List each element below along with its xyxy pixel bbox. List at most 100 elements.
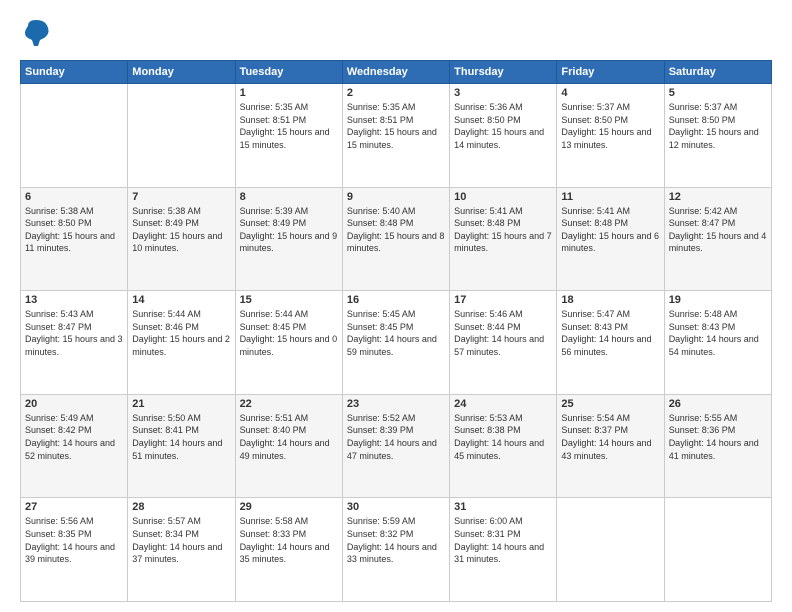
calendar-cell: 15 Sunrise: 5:44 AMSunset: 8:45 PMDayligh…	[235, 291, 342, 395]
day-number: 19	[669, 294, 767, 306]
day-info: Sunrise: 5:54 AMSunset: 8:37 PMDaylight:…	[561, 412, 659, 462]
weekday-header-row: SundayMondayTuesdayWednesdayThursdayFrid…	[21, 61, 772, 84]
day-info: Sunrise: 5:58 AMSunset: 8:33 PMDaylight:…	[240, 515, 338, 565]
logo	[20, 18, 58, 50]
day-info: Sunrise: 5:53 AMSunset: 8:38 PMDaylight:…	[454, 412, 552, 462]
calendar-cell: 13Sunrise: 5:43 AMSunset: 8:47 PMDayligh…	[21, 291, 128, 395]
day-info: Sunrise: 5:38 AMSunset: 8:50 PMDaylight:…	[25, 205, 123, 255]
day-info: Sunrise: 5:45 AMSunset: 8:45 PMDaylight:…	[347, 308, 445, 358]
day-number: 11	[561, 191, 659, 203]
calendar-cell: 31 Sunrise: 6:00 AMSunset: 8:31 PMDayligh…	[450, 498, 557, 602]
calendar-table: SundayMondayTuesdayWednesdayThursdayFrid…	[20, 60, 772, 602]
calendar-cell: 16Sunrise: 5:45 AMSunset: 8:45 PMDayligh…	[342, 291, 449, 395]
calendar-cell: 7 Sunrise: 5:38 AMSunset: 8:49 PMDaylight…	[128, 187, 235, 291]
calendar-week-row: 6 Sunrise: 5:38 AMSunset: 8:50 PMDaylight…	[21, 187, 772, 291]
day-number: 26	[669, 398, 767, 410]
day-number: 28	[132, 501, 230, 513]
day-number: 15	[240, 294, 338, 306]
calendar-cell: 12 Sunrise: 5:42 AMSunset: 8:47 PMDayligh…	[664, 187, 771, 291]
calendar-cell	[664, 498, 771, 602]
day-info: Sunrise: 6:00 AMSunset: 8:31 PMDaylight:…	[454, 515, 552, 565]
weekday-header: Sunday	[21, 61, 128, 84]
day-info: Sunrise: 5:56 AMSunset: 8:35 PMDaylight:…	[25, 515, 123, 565]
calendar-week-row: 20 Sunrise: 5:49 AMSunset: 8:42 PMDayligh…	[21, 394, 772, 498]
day-info: Sunrise: 5:59 AMSunset: 8:32 PMDaylight:…	[347, 515, 445, 565]
calendar-cell: 24 Sunrise: 5:53 AMSunset: 8:38 PMDayligh…	[450, 394, 557, 498]
day-number: 9	[347, 191, 445, 203]
calendar-cell: 19Sunrise: 5:48 AMSunset: 8:43 PMDayligh…	[664, 291, 771, 395]
day-number: 24	[454, 398, 552, 410]
calendar-cell: 14 Sunrise: 5:44 AMSunset: 8:46 PMDayligh…	[128, 291, 235, 395]
day-info: Sunrise: 5:37 AMSunset: 8:50 PMDaylight:…	[561, 101, 659, 151]
day-number: 6	[25, 191, 123, 203]
day-number: 10	[454, 191, 552, 203]
day-number: 4	[561, 87, 659, 99]
day-number: 23	[347, 398, 445, 410]
day-number: 7	[132, 191, 230, 203]
calendar-cell: 27 Sunrise: 5:56 AMSunset: 8:35 PMDayligh…	[21, 498, 128, 602]
day-info: Sunrise: 5:41 AMSunset: 8:48 PMDaylight:…	[561, 205, 659, 255]
day-info: Sunrise: 5:44 AMSunset: 8:45 PMDaylight:…	[240, 308, 338, 358]
weekday-header: Wednesday	[342, 61, 449, 84]
calendar-cell	[128, 84, 235, 188]
day-info: Sunrise: 5:38 AMSunset: 8:49 PMDaylight:…	[132, 205, 230, 255]
day-number: 2	[347, 87, 445, 99]
day-number: 3	[454, 87, 552, 99]
weekday-header: Tuesday	[235, 61, 342, 84]
day-number: 1	[240, 87, 338, 99]
calendar-cell: 23Sunrise: 5:52 AMSunset: 8:39 PMDayligh…	[342, 394, 449, 498]
day-info: Sunrise: 5:36 AMSunset: 8:50 PMDaylight:…	[454, 101, 552, 151]
day-info: Sunrise: 5:49 AMSunset: 8:42 PMDaylight:…	[25, 412, 123, 462]
calendar-cell: 18 Sunrise: 5:47 AMSunset: 8:43 PMDayligh…	[557, 291, 664, 395]
day-info: Sunrise: 5:44 AMSunset: 8:46 PMDaylight:…	[132, 308, 230, 358]
weekday-header: Friday	[557, 61, 664, 84]
calendar-cell: 29 Sunrise: 5:58 AMSunset: 8:33 PMDayligh…	[235, 498, 342, 602]
day-info: Sunrise: 5:37 AMSunset: 8:50 PMDaylight:…	[669, 101, 767, 151]
calendar-cell: 1Sunrise: 5:35 AMSunset: 8:51 PMDaylight…	[235, 84, 342, 188]
calendar-cell: 5 Sunrise: 5:37 AMSunset: 8:50 PMDaylight…	[664, 84, 771, 188]
day-number: 27	[25, 501, 123, 513]
day-number: 12	[669, 191, 767, 203]
day-number: 30	[347, 501, 445, 513]
calendar-cell: 10 Sunrise: 5:41 AMSunset: 8:48 PMDayligh…	[450, 187, 557, 291]
day-number: 29	[240, 501, 338, 513]
calendar-cell: 6 Sunrise: 5:38 AMSunset: 8:50 PMDaylight…	[21, 187, 128, 291]
day-info: Sunrise: 5:35 AMSunset: 8:51 PMDaylight:…	[347, 101, 445, 151]
day-number: 18	[561, 294, 659, 306]
calendar-cell	[21, 84, 128, 188]
day-info: Sunrise: 5:55 AMSunset: 8:36 PMDaylight:…	[669, 412, 767, 462]
day-info: Sunrise: 5:46 AMSunset: 8:44 PMDaylight:…	[454, 308, 552, 358]
calendar-cell: 8 Sunrise: 5:39 AMSunset: 8:49 PMDaylight…	[235, 187, 342, 291]
calendar-cell: 25 Sunrise: 5:54 AMSunset: 8:37 PMDayligh…	[557, 394, 664, 498]
day-info: Sunrise: 5:41 AMSunset: 8:48 PMDaylight:…	[454, 205, 552, 255]
day-number: 13	[25, 294, 123, 306]
day-number: 20	[25, 398, 123, 410]
day-info: Sunrise: 5:39 AMSunset: 8:49 PMDaylight:…	[240, 205, 338, 255]
calendar-cell: 4 Sunrise: 5:37 AMSunset: 8:50 PMDaylight…	[557, 84, 664, 188]
calendar-cell: 26 Sunrise: 5:55 AMSunset: 8:36 PMDayligh…	[664, 394, 771, 498]
day-number: 8	[240, 191, 338, 203]
calendar-cell: 20 Sunrise: 5:49 AMSunset: 8:42 PMDayligh…	[21, 394, 128, 498]
day-number: 31	[454, 501, 552, 513]
day-number: 25	[561, 398, 659, 410]
header	[20, 18, 772, 50]
calendar-cell: 3 Sunrise: 5:36 AMSunset: 8:50 PMDaylight…	[450, 84, 557, 188]
day-number: 22	[240, 398, 338, 410]
day-info: Sunrise: 5:42 AMSunset: 8:47 PMDaylight:…	[669, 205, 767, 255]
calendar-cell	[557, 498, 664, 602]
calendar-week-row: 1 Sunrise: 5:35 AMSunset: 8:51 PMDaylight…	[21, 84, 772, 188]
day-info: Sunrise: 5:47 AMSunset: 8:43 PMDaylight:…	[561, 308, 659, 358]
calendar-cell: 30 Sunrise: 5:59 AMSunset: 8:32 PMDayligh…	[342, 498, 449, 602]
day-info: Sunrise: 5:57 AMSunset: 8:34 PMDaylight:…	[132, 515, 230, 565]
calendar-week-row: 27 Sunrise: 5:56 AMSunset: 8:35 PMDayligh…	[21, 498, 772, 602]
logo-icon	[20, 18, 52, 50]
day-number: 5	[669, 87, 767, 99]
calendar-cell: 28 Sunrise: 5:57 AMSunset: 8:34 PMDayligh…	[128, 498, 235, 602]
weekday-header: Thursday	[450, 61, 557, 84]
day-number: 14	[132, 294, 230, 306]
weekday-header: Monday	[128, 61, 235, 84]
day-info: Sunrise: 5:51 AMSunset: 8:40 PMDaylight:…	[240, 412, 338, 462]
day-number: 21	[132, 398, 230, 410]
calendar-cell: 21Sunrise: 5:50 AMSunset: 8:41 PMDayligh…	[128, 394, 235, 498]
weekday-header: Saturday	[664, 61, 771, 84]
